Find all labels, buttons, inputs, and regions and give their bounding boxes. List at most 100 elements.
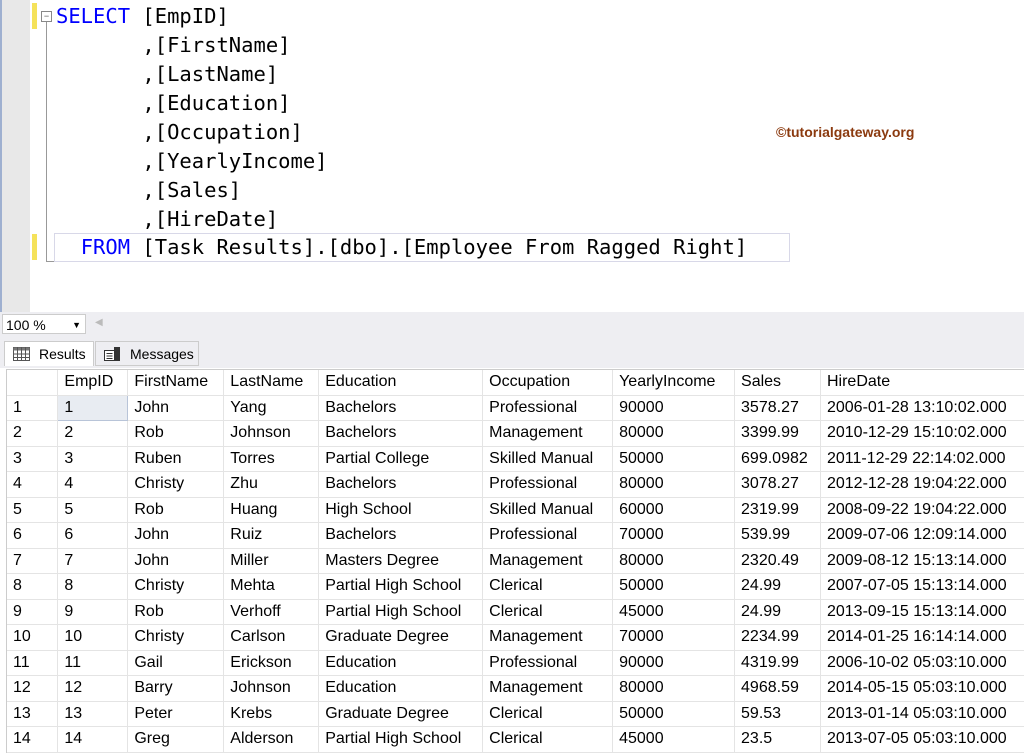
column-header-sales[interactable]: Sales [734,370,821,396]
table-cell[interactable]: 60000 [612,497,736,523]
table-cell[interactable]: Clerical [482,599,614,625]
table-cell[interactable]: 3 [57,446,129,472]
table-cell[interactable]: Masters Degree [318,548,484,574]
row-number[interactable]: 5 [7,497,59,523]
table-row[interactable]: 14 14 Greg Alderson Partial High School Cleri… [7,726,1024,753]
table-cell[interactable]: 70000 [612,624,736,651]
table-cell[interactable]: Rob [127,497,225,523]
table-cell[interactable]: 2319.99 [734,497,821,523]
table-cell[interactable]: 2010-12-29 15:10:02.000 [820,420,1024,447]
table-cell[interactable]: 7 [57,548,129,574]
table-cell[interactable]: 4319.99 [734,650,821,676]
table-cell[interactable]: 3578.27 [734,395,821,421]
row-number[interactable]: 8 [7,573,59,600]
row-number[interactable]: 2 [7,420,59,447]
table-cell[interactable]: Peter [127,701,225,727]
table-cell[interactable]: 2013-09-15 15:13:14.000 [820,599,1024,625]
table-cell[interactable]: Partial High School [318,573,484,600]
table-cell[interactable]: Partial High School [318,599,484,625]
table-cell[interactable]: 50000 [612,573,736,600]
table-cell[interactable]: Partial High School [318,726,484,753]
table-cell[interactable]: John [127,395,225,421]
table-cell[interactable]: 2014-05-15 05:03:10.000 [820,675,1024,702]
table-cell[interactable]: Christy [127,471,225,498]
table-row[interactable]: 13 13 Peter Krebs Graduate Degree Clerical 500… [7,701,1024,727]
table-row[interactable]: 4 4 Christy Zhu Bachelors Professional 80000 30… [7,471,1024,498]
table-cell[interactable]: Miller [223,548,320,574]
table-cell[interactable]: Johnson [223,420,320,447]
table-cell[interactable]: 9 [57,599,129,625]
table-cell[interactable]: 80000 [612,675,736,702]
table-cell[interactable]: Management [482,624,614,651]
row-number[interactable]: 3 [7,446,59,472]
table-cell[interactable]: 50000 [612,701,736,727]
table-cell[interactable]: Bachelors [318,420,484,447]
table-cell[interactable]: 2 [57,420,129,447]
table-cell[interactable]: 3078.27 [734,471,821,498]
query-editor[interactable]: − SELECT [EmpID] ,[FirstName] ,[LastName… [0,0,1024,312]
table-cell[interactable]: Management [482,420,614,447]
table-cell[interactable]: Rob [127,599,225,625]
table-cell[interactable]: 11 [57,650,129,676]
table-cell[interactable]: 24.99 [734,573,821,600]
table-row[interactable]: 8 8 Christy Mehta Partial High School Clerica… [7,573,1024,600]
table-cell[interactable]: Graduate Degree [318,701,484,727]
row-number[interactable]: 1 [7,395,59,421]
table-cell[interactable]: 24.99 [734,599,821,625]
table-cell[interactable]: 2234.99 [734,624,821,651]
table-cell[interactable]: 2006-01-28 13:10:02.000 [820,395,1024,421]
table-cell[interactable]: 2011-12-29 22:14:02.000 [820,446,1024,472]
table-cell[interactable]: 2009-08-12 15:13:14.000 [820,548,1024,574]
table-cell[interactable]: 8 [57,573,129,600]
table-cell[interactable]: Johnson [223,675,320,702]
table-cell[interactable]: Skilled Manual [482,497,614,523]
table-cell[interactable]: Verhoff [223,599,320,625]
table-cell[interactable]: Rob [127,420,225,447]
row-number[interactable]: 13 [7,701,59,727]
table-cell[interactable]: 2009-07-06 12:09:14.000 [820,522,1024,549]
column-header-empid[interactable]: EmpID [57,370,129,396]
table-cell[interactable]: Zhu [223,471,320,498]
table-cell[interactable]: Bachelors [318,471,484,498]
table-row[interactable]: 9 9 Rob Verhoff Partial High School Clerical 4… [7,599,1024,625]
table-cell[interactable]: 45000 [612,599,736,625]
table-cell[interactable]: Education [318,675,484,702]
table-cell[interactable]: 2320.49 [734,548,821,574]
table-cell[interactable]: 50000 [612,446,736,472]
results-grid[interactable]: EmpID FirstName LastName Education Occupatio… [6,369,1024,753]
table-cell[interactable]: Yang [223,395,320,421]
column-header-yearlyincome[interactable]: YearlyIncome [612,370,736,396]
table-cell[interactable]: 59.53 [734,701,821,727]
table-row[interactable]: 5 5 Rob Huang High School Skilled Manual 60000… [7,497,1024,523]
table-cell[interactable]: 14 [57,726,129,753]
table-cell[interactable]: Alderson [223,726,320,753]
table-cell[interactable]: Education [318,650,484,676]
table-cell[interactable]: 2006-10-02 05:03:10.000 [820,650,1024,676]
table-row[interactable]: 7 7 John Miller Masters Degree Management 8000… [7,548,1024,574]
table-cell[interactable]: 45000 [612,726,736,753]
table-cell[interactable]: 70000 [612,522,736,549]
table-cell[interactable]: 2008-09-22 19:04:22.000 [820,497,1024,523]
table-cell[interactable]: 2013-01-14 05:03:10.000 [820,701,1024,727]
row-number[interactable]: 4 [7,471,59,498]
table-cell[interactable]: 10 [57,624,129,651]
table-cell[interactable]: Christy [127,624,225,651]
table-cell[interactable]: 539.99 [734,522,821,549]
row-number[interactable]: 10 [7,624,59,651]
table-row[interactable]: 3 3 Ruben Torres Partial College Skilled Manu… [7,446,1024,472]
table-cell[interactable]: Greg [127,726,225,753]
table-cell[interactable]: 6 [57,522,129,549]
table-cell[interactable]: 3399.99 [734,420,821,447]
table-cell[interactable]: Ruben [127,446,225,472]
table-cell[interactable]: 23.5 [734,726,821,753]
table-cell[interactable]: 2007-07-05 15:13:14.000 [820,573,1024,600]
table-cell[interactable]: Management [482,675,614,702]
row-number[interactable]: 11 [7,650,59,676]
column-header-lastname[interactable]: LastName [223,370,320,396]
table-cell[interactable]: Skilled Manual [482,446,614,472]
table-cell[interactable]: Erickson [223,650,320,676]
table-cell[interactable]: Professional [482,650,614,676]
table-cell[interactable]: Christy [127,573,225,600]
row-number[interactable]: 12 [7,675,59,702]
table-cell[interactable]: 13 [57,701,129,727]
